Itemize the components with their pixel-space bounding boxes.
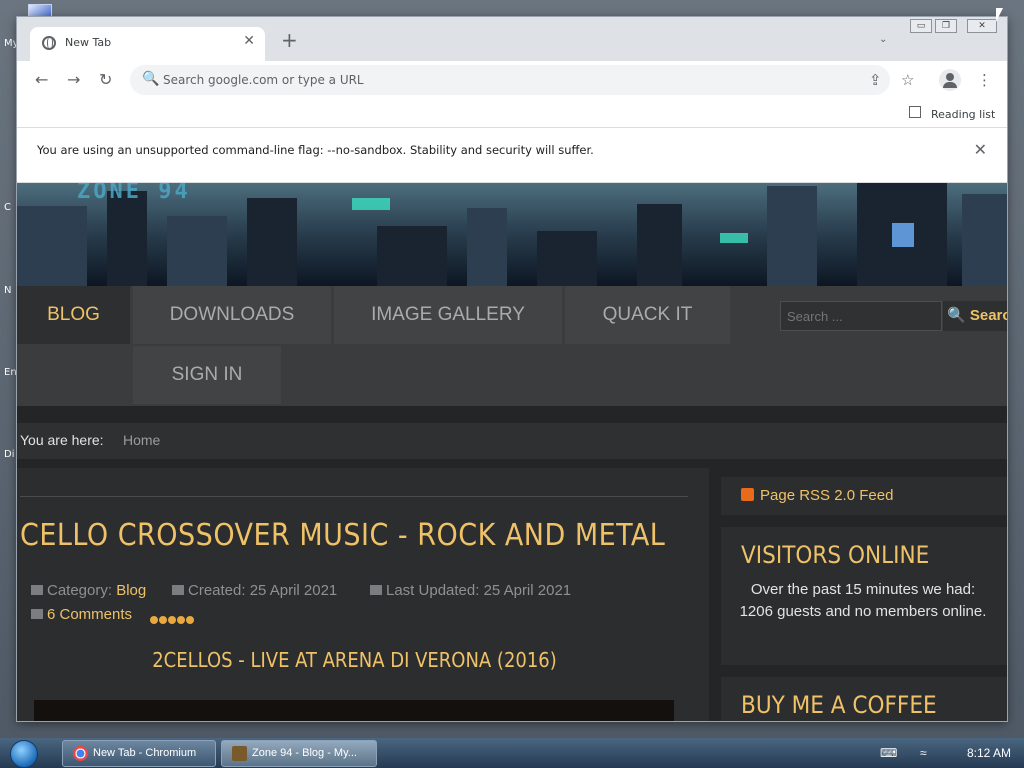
- infobar-close-button[interactable]: ✕: [974, 140, 987, 159]
- infobar-text: You are using an unsupported command-lin…: [37, 143, 594, 157]
- nav-downloads[interactable]: DOWNLOADS: [133, 286, 331, 344]
- menu-icon[interactable]: ⋮: [977, 71, 992, 89]
- bookmark-star-icon[interactable]: ☆: [901, 71, 914, 89]
- share-icon[interactable]: ⇪: [869, 71, 882, 89]
- buy-me-a-coffee-module: BUY ME A COFFEE: [721, 677, 1007, 721]
- profile-icon[interactable]: [939, 69, 961, 91]
- firefox-icon: [232, 746, 247, 761]
- breadcrumb-label: You are here:: [20, 432, 104, 448]
- close-window-button[interactable]: ✕: [967, 19, 997, 33]
- reload-icon[interactable]: ↻: [99, 70, 112, 89]
- desktop-icon-label: C: [4, 202, 11, 213]
- article-updated: Last Updated: 25 April 2021: [370, 582, 571, 599]
- coffee-title: BUY ME A COFFEE: [741, 691, 937, 719]
- site-logo[interactable]: ZONE 94: [77, 183, 191, 204]
- updated-date: Last Updated: 25 April 2021: [386, 582, 572, 599]
- breadcrumb-home-link[interactable]: Home: [123, 432, 160, 448]
- bookmarks-bar: Reading list: [17, 101, 1007, 127]
- close-icon[interactable]: ✕: [243, 33, 255, 49]
- comments-link[interactable]: 6 Comments: [31, 606, 132, 623]
- maximize-button[interactable]: ❐: [935, 19, 957, 33]
- star-icon: [168, 616, 176, 624]
- article-category: Category: Blog: [31, 582, 146, 599]
- video-embed[interactable]: [34, 700, 674, 721]
- desktop-icon-label: N: [4, 285, 12, 296]
- comment-icon: [31, 609, 43, 619]
- tab-title: New Tab: [65, 36, 112, 49]
- star-icon: [159, 616, 167, 624]
- minimize-button[interactable]: ▭: [910, 19, 932, 33]
- clock[interactable]: 8:12 AM: [967, 746, 1011, 760]
- rating-stars[interactable]: [150, 609, 195, 628]
- nav-sign-in[interactable]: SIGN IN: [133, 346, 281, 404]
- category-link[interactable]: Blog: [116, 582, 146, 599]
- search-icon: 🔍: [947, 307, 966, 324]
- forward-icon[interactable]: →: [67, 70, 80, 89]
- visitors-text: Over the past 15 minutes we had: 1206 gu…: [739, 581, 987, 620]
- star-icon: [177, 616, 185, 624]
- rss-icon: [741, 488, 754, 501]
- taskbar-item-label: New Tab - Chromium: [93, 747, 197, 759]
- mouse-cursor: [996, 8, 1003, 22]
- star-icon: [186, 616, 194, 624]
- nav-quack-it[interactable]: QUACK IT: [565, 286, 730, 344]
- chromium-icon: [73, 746, 88, 761]
- keyboard-icon[interactable]: ⌨: [880, 746, 897, 760]
- new-tab-button[interactable]: +: [281, 30, 298, 50]
- sandbox-warning-infobar: You are using an unsupported command-lin…: [17, 127, 1007, 183]
- start-button[interactable]: [10, 740, 38, 768]
- nav-image-gallery[interactable]: IMAGE GALLERY: [334, 286, 562, 344]
- taskbar-item-zone94[interactable]: Zone 94 - Blog - My...: [221, 740, 377, 767]
- video-title: 2CELLOS - LIVE AT ARENA DI VERONA (2016): [152, 648, 557, 672]
- desktop-icon-label: Di: [4, 449, 15, 460]
- back-icon[interactable]: ←: [35, 70, 48, 89]
- comments-label: 6 Comments: [47, 606, 133, 623]
- visitors-online-module: VISITORS ONLINE Over the past 15 minutes…: [721, 527, 1007, 665]
- article: CELLO CROSSOVER MUSIC - ROCK AND METAL C…: [17, 468, 709, 721]
- taskbar-item-chromium[interactable]: New Tab - Chromium: [62, 740, 216, 767]
- browser-toolbar: ← → ↻ 🔍 Search google.com or type a URL …: [17, 61, 1007, 101]
- site-search-input[interactable]: [780, 301, 942, 331]
- nav-blog[interactable]: BLOG: [17, 286, 130, 344]
- star-icon: [150, 616, 158, 624]
- site-nav: BLOG DOWNLOADS IMAGE GALLERY QUACK IT SI…: [17, 286, 1007, 406]
- divider: [20, 496, 688, 497]
- calendar-icon: [370, 585, 382, 595]
- address-bar[interactable]: 🔍 Search google.com or type a URL: [130, 65, 890, 95]
- search-button-label: Search: [969, 307, 1007, 324]
- reading-list-button[interactable]: Reading list: [931, 108, 995, 121]
- search-icon: 🔍: [142, 71, 160, 87]
- address-bar-placeholder: Search google.com or type a URL: [163, 73, 364, 87]
- taskbar-item-label: Zone 94 - Blog - My...: [252, 747, 357, 759]
- browser-window: New Tab ✕ + ⌄ ▭ ❐ ✕ ← → ↻ 🔍 Search googl…: [17, 17, 1007, 721]
- calendar-icon: [172, 585, 184, 595]
- globe-icon: [42, 36, 56, 50]
- folder-icon: [31, 585, 43, 595]
- network-icon[interactable]: ≈: [920, 746, 927, 760]
- visitors-title: VISITORS ONLINE: [741, 541, 930, 569]
- created-date: Created: 25 April 2021: [188, 582, 338, 599]
- breadcrumb: You are here: Home: [17, 423, 1007, 459]
- site-banner: ZONE 94: [17, 183, 1007, 286]
- taskbar: New Tab - Chromium Zone 94 - Blog - My..…: [0, 738, 1024, 768]
- site-search-button[interactable]: 🔍 Search: [943, 301, 1007, 331]
- reading-list-icon: [909, 106, 921, 118]
- rss-feed-link[interactable]: Page RSS 2.0 Feed: [721, 477, 1007, 515]
- category-label: Category:: [47, 582, 113, 599]
- rss-label: Page RSS 2.0 Feed: [760, 487, 894, 504]
- tab-search-icon[interactable]: ⌄: [879, 34, 887, 45]
- article-created: Created: 25 April 2021: [172, 582, 337, 599]
- desktop-icon-label: En: [4, 367, 17, 378]
- article-title[interactable]: CELLO CROSSOVER MUSIC - ROCK AND METAL: [20, 518, 665, 553]
- web-page: ZONE 94 BLOG DOWNLOADS IMAGE GALLERY QUA…: [17, 183, 1007, 721]
